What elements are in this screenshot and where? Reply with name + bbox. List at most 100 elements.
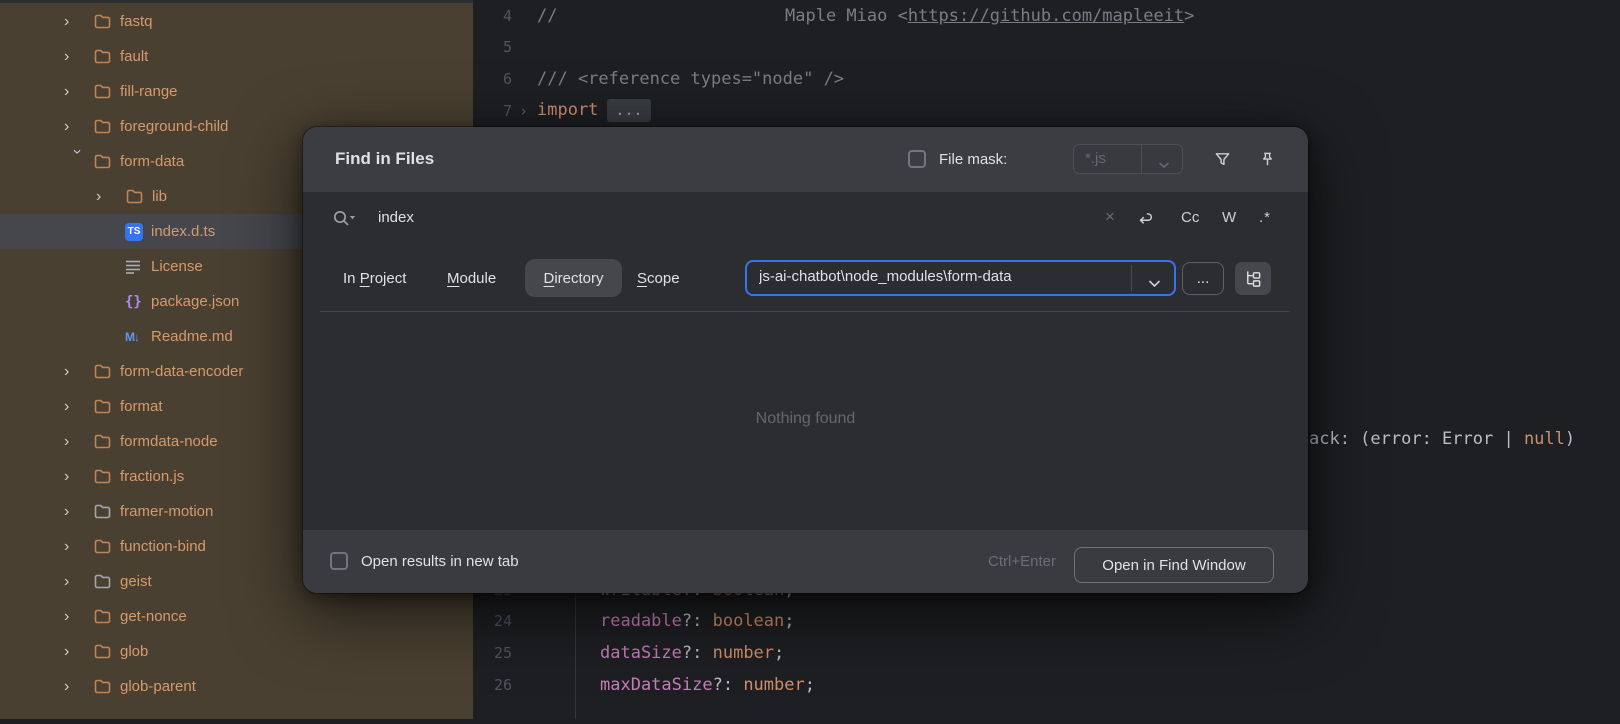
folder-icon [94, 539, 120, 554]
search-input[interactable]: index [378, 209, 414, 226]
folder-icon [94, 84, 120, 99]
open-in-find-window-button[interactable]: Open in Find Window [1074, 547, 1274, 583]
punct-token: ; [774, 643, 784, 663]
tree-item-fastq[interactable]: fastq [0, 4, 473, 39]
folder-icon [126, 189, 152, 204]
browse-directory-button[interactable]: ... [1182, 262, 1224, 295]
chevron-right-icon[interactable] [64, 679, 94, 695]
regex-toggle[interactable]: .* [1259, 209, 1271, 226]
chevron-right-icon[interactable] [96, 189, 126, 205]
line-number: 25 [473, 644, 512, 662]
scope-tab-in-project[interactable]: In Project [343, 270, 406, 287]
tree-item-get-nonce[interactable]: get-nonce [0, 599, 473, 634]
tree-item-label: License [151, 258, 203, 275]
filter-icon[interactable] [1214, 151, 1231, 173]
scope-tab-scope[interactable]: Scope [637, 270, 680, 287]
type-token: boolean [713, 611, 785, 631]
tree-item-label: fault [120, 48, 148, 65]
comment-token: > [1184, 6, 1194, 26]
tree-item-label: fraction.js [120, 468, 184, 485]
json-file-icon: {} [125, 294, 151, 310]
scope-row: In Project Module Directory Scope js-ai-… [303, 247, 1308, 310]
chevron-down-icon[interactable] [1148, 275, 1161, 293]
comment-link[interactable]: https://github.com/mapleeit [908, 6, 1184, 26]
chevron-right-icon[interactable] [64, 84, 94, 100]
code-fragment: ack: (error: Error | null) [1309, 429, 1575, 449]
chevron-right-icon[interactable] [64, 14, 94, 30]
folder-gray-icon [94, 504, 120, 519]
scope-mnemonic: S [637, 270, 647, 287]
chevron-right-icon[interactable] [64, 504, 94, 520]
chevron-right-icon[interactable] [64, 574, 94, 590]
code-line: 26 maxDataSize?: number; [473, 669, 1620, 701]
chevron-right-icon[interactable] [64, 469, 94, 485]
scope-structure-button[interactable] [1235, 262, 1271, 295]
top-divider [0, 0, 473, 3]
clear-search-icon[interactable]: × [1105, 207, 1115, 227]
punct-token: ) [1565, 429, 1575, 449]
directory-path-value[interactable]: js-ai-chatbot\node_modules\form-data [759, 268, 1119, 285]
chevron-right-icon[interactable] [64, 119, 94, 135]
code-line: 5 [473, 32, 1620, 64]
dialog-footer: Open results in new tab Ctrl+Enter Open … [303, 529, 1308, 593]
code-line: 24 readable?: boolean; [473, 606, 1620, 638]
chevron-right-icon[interactable] [64, 434, 94, 450]
chevron-right-icon[interactable] [64, 364, 94, 380]
scope-tab-directory-selected[interactable]: Directory [525, 259, 622, 297]
chevron-right-icon[interactable] [64, 644, 94, 660]
folder-icon [94, 679, 120, 694]
folder-icon [94, 364, 120, 379]
chevron-down-icon[interactable] [69, 149, 85, 179]
search-row: index × Cc W .* [303, 192, 1308, 247]
newline-icon[interactable] [1136, 209, 1155, 231]
line-number: 24 [473, 612, 512, 630]
combo-divider [1141, 145, 1142, 173]
search-icon[interactable] [331, 208, 357, 235]
open-results-new-tab-checkbox[interactable] [330, 552, 348, 570]
scope-label: roject [370, 270, 407, 287]
shortcut-hint: Ctrl+Enter [988, 553, 1056, 570]
search-separator [320, 311, 1290, 312]
directory-path-field[interactable]: js-ai-chatbot\node_modules\form-data [745, 260, 1176, 296]
scope-tab-module[interactable]: Module [447, 270, 496, 287]
chevron-right-icon[interactable] [64, 49, 94, 65]
pin-icon[interactable] [1259, 151, 1276, 173]
tree-item-label: glob [120, 643, 148, 660]
keyword-token: import [537, 100, 598, 120]
folder-icon [94, 469, 120, 484]
punct-token: ?: [713, 675, 744, 695]
markdown-file-icon: M↓ [125, 330, 151, 344]
code-line: 7 › import... [473, 95, 1620, 127]
chevron-right-icon[interactable] [64, 539, 94, 555]
line-number: 7 [473, 102, 512, 120]
chevron-right-icon[interactable] [64, 399, 94, 415]
punct-token: ?: [682, 643, 713, 663]
line-number: 6 [473, 70, 512, 88]
property-token: readable [600, 611, 682, 631]
chevron-right-icon[interactable] [64, 609, 94, 625]
fold-chevron-icon[interactable]: › [519, 102, 528, 120]
dialog-header[interactable]: Find in Files File mask: *.js [303, 127, 1308, 192]
code-line: 6 /// <reference types="node" /> [473, 63, 1620, 95]
tree-item-glob-parent[interactable]: glob-parent [0, 669, 473, 704]
punct-token: ; [784, 611, 794, 631]
scope-mnemonic: M [447, 270, 460, 287]
tree-item-label: format [120, 398, 163, 415]
folder-icon [94, 644, 120, 659]
tree-item-label: form-data [120, 153, 184, 170]
line-number: 4 [473, 7, 512, 25]
tree-item-fill-range[interactable]: fill-range [0, 74, 473, 109]
comment-token: Maple Miao < [785, 6, 908, 26]
match-case-toggle[interactable]: Cc [1181, 209, 1199, 226]
punct-token: ack: (error: Error | [1309, 429, 1524, 449]
folded-code-chip[interactable]: ... [607, 99, 650, 122]
file-mask-combo[interactable]: *.js [1073, 144, 1183, 174]
file-mask-checkbox[interactable] [908, 150, 926, 168]
tree-item-glob[interactable]: glob [0, 634, 473, 669]
whole-words-toggle[interactable]: W [1222, 209, 1236, 226]
folder-icon [94, 154, 120, 169]
chevron-down-icon[interactable] [1158, 156, 1170, 174]
folder-icon [94, 49, 120, 64]
field-divider [1131, 265, 1132, 291]
tree-item-fault[interactable]: fault [0, 39, 473, 74]
